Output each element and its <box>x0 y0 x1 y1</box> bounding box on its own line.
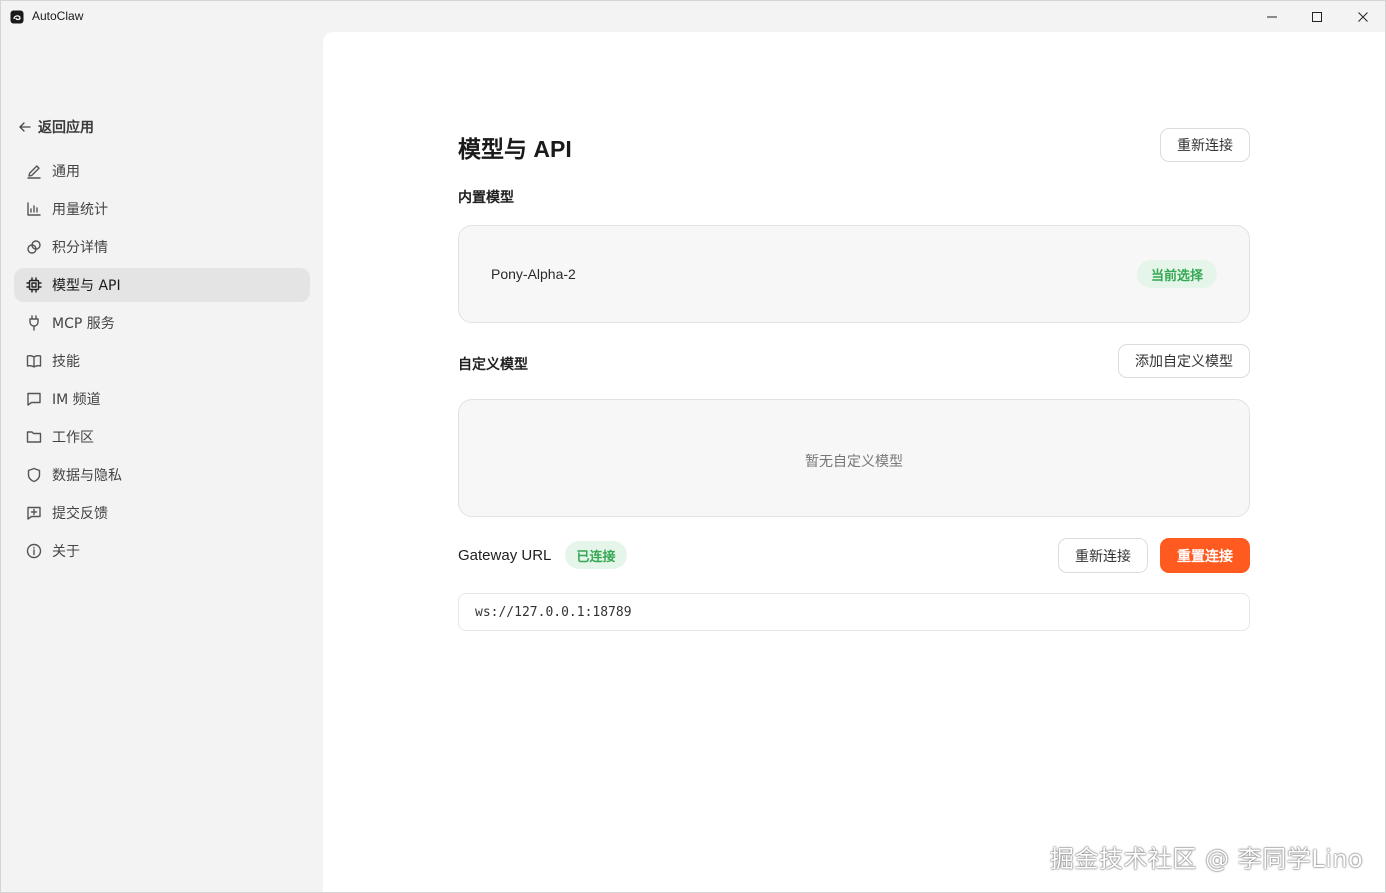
settings-sidebar: 返回应用 通用 用量统计 积分详情 模型与 API MCP 服务 技能 IM 频… <box>1 32 322 892</box>
gateway-url-field[interactable]: ws://127.0.0.1:18789 <box>458 593 1250 631</box>
reset-connection-button[interactable]: 重置连接 <box>1160 538 1250 573</box>
page-title: 模型与 API <box>458 136 572 162</box>
shield-icon <box>26 467 42 483</box>
sidebar-item-label: IM 频道 <box>52 392 101 408</box>
app-logo-icon <box>10 9 24 24</box>
back-label: 返回应用 <box>38 120 94 136</box>
sidebar-item-usage[interactable]: 用量统计 <box>14 192 310 226</box>
plug-icon <box>26 315 42 331</box>
app-window: AutoClaw 返回应用 通用 用量统计 积分详情 模型与 API MCP 服… <box>0 0 1386 893</box>
sidebar-item-im-channels[interactable]: IM 频道 <box>14 382 310 416</box>
sidebar-item-skills[interactable]: 技能 <box>14 344 310 378</box>
info-icon <box>26 543 42 559</box>
maximize-icon <box>1312 11 1322 22</box>
sidebar-item-label: MCP 服务 <box>52 316 115 332</box>
sidebar-item-data-privacy[interactable]: 数据与隐私 <box>14 458 310 492</box>
sidebar-item-label: 工作区 <box>52 430 94 446</box>
close-icon <box>1358 11 1368 22</box>
minimize-button[interactable] <box>1249 1 1295 32</box>
model-name: Pony-Alpha-2 <box>491 266 576 282</box>
custom-models-card: 暂无自定义模型 <box>458 399 1250 517</box>
sidebar-item-label: 技能 <box>52 354 80 370</box>
sidebar-item-feedback[interactable]: 提交反馈 <box>14 496 310 530</box>
folder-icon <box>26 429 42 445</box>
feedback-icon <box>26 505 42 521</box>
sidebar-item-label: 数据与隐私 <box>52 468 122 484</box>
empty-state-text: 暂无自定义模型 <box>805 454 903 470</box>
sidebar-item-label: 模型与 API <box>52 278 121 294</box>
pencil-icon <box>26 163 42 179</box>
bar-chart-icon <box>26 201 42 217</box>
add-custom-model-button[interactable]: 添加自定义模型 <box>1118 344 1250 378</box>
settings-content: 模型与 API 重新连接 内置模型 Pony-Alpha-2 当前选择 自定义模… <box>323 32 1385 892</box>
title-bar: AutoClaw <box>1 1 1385 32</box>
message-icon <box>26 391 42 407</box>
sidebar-item-label: 用量统计 <box>52 202 108 218</box>
sidebar-item-label: 通用 <box>52 164 80 180</box>
watermark: 掘金技术社区 @ 李同学Lino <box>1050 845 1364 873</box>
sidebar-item-workspace[interactable]: 工作区 <box>14 420 310 454</box>
custom-models-heading: 自定义模型 <box>458 357 528 373</box>
coins-icon <box>26 239 42 255</box>
maximize-button[interactable] <box>1294 1 1340 32</box>
minimize-icon <box>1267 16 1277 17</box>
close-button[interactable] <box>1340 1 1386 32</box>
book-icon <box>26 353 42 369</box>
gateway-url-label: Gateway URL <box>458 547 552 564</box>
sidebar-item-about[interactable]: 关于 <box>14 534 310 568</box>
sidebar-item-label: 积分详情 <box>52 240 108 256</box>
arrow-left-icon <box>19 122 31 132</box>
current-selection-badge: 当前选择 <box>1137 260 1217 288</box>
connected-status-badge: 已连接 <box>565 541 627 569</box>
settings-nav: 通用 用量统计 积分详情 模型与 API MCP 服务 技能 IM 频道 工作区… <box>14 154 310 572</box>
builtin-models-heading: 内置模型 <box>458 190 514 206</box>
gateway-reconnect-button[interactable]: 重新连接 <box>1058 538 1148 573</box>
sidebar-item-general[interactable]: 通用 <box>14 154 310 188</box>
chip-icon <box>26 277 42 293</box>
sidebar-item-models-api[interactable]: 模型与 API <box>14 268 310 302</box>
reconnect-top-button[interactable]: 重新连接 <box>1160 128 1250 162</box>
sidebar-item-points[interactable]: 积分详情 <box>14 230 310 264</box>
builtin-model-card[interactable]: Pony-Alpha-2 当前选择 <box>458 225 1250 323</box>
sidebar-item-label: 提交反馈 <box>52 506 108 522</box>
sidebar-item-label: 关于 <box>52 544 80 560</box>
window-title: AutoClaw <box>32 9 84 23</box>
back-to-app-link[interactable]: 返回应用 <box>18 117 94 137</box>
sidebar-item-mcp[interactable]: MCP 服务 <box>14 306 310 340</box>
